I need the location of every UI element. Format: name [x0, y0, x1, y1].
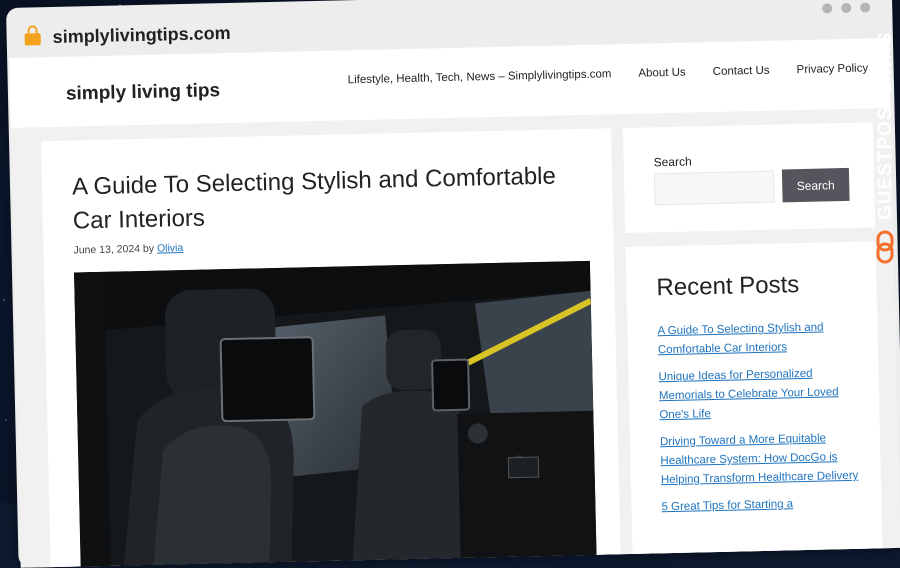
article-card: A Guide To Selecting Stylish and Comfort…: [41, 128, 621, 568]
recent-post-link[interactable]: Unique Ideas for Personalized Memorials …: [658, 364, 859, 426]
article-author-link[interactable]: Olivia: [157, 242, 184, 255]
article-title: A Guide To Selecting Stylish and Comfort…: [71, 162, 557, 235]
search-input[interactable]: [653, 170, 775, 206]
car-interior-illustration: [74, 260, 598, 568]
search-label: Search: [653, 154, 692, 170]
browser-window: simplylivingtips.com simply living tips …: [6, 0, 900, 568]
guestpostlinks-badge: GUESTPOSTLINKS: [868, 31, 900, 270]
site-title[interactable]: simply living tips: [66, 80, 221, 105]
recent-post-link[interactable]: A Guide To Selecting Stylish and Comfort…: [657, 318, 858, 361]
recent-post-link[interactable]: Driving Toward a More Equitable Healthca…: [660, 429, 861, 491]
recent-posts-widget: Recent Posts A Guide To Selecting Stylis…: [625, 241, 884, 568]
search-widget: Search Search: [622, 122, 876, 234]
recent-posts-title: Recent Posts: [656, 271, 800, 302]
window-dot-icon[interactable]: [822, 3, 833, 14]
window-dot-icon[interactable]: [841, 2, 852, 14]
article-meta: June 13, 2024 by Olivia: [73, 242, 183, 256]
web-page: simply living tips Lifestyle, Health, Te…: [9, 37, 900, 568]
nav-item-contact-us[interactable]: Contact Us: [713, 65, 770, 78]
window-dot-icon[interactable]: [860, 2, 871, 13]
chain-link-icon: [876, 230, 894, 264]
article-featured-image: [74, 260, 598, 568]
url-text[interactable]: simplylivingtips.com: [52, 23, 230, 48]
site-header: simply living tips Lifestyle, Health, Te…: [9, 37, 891, 128]
lock-icon: [24, 33, 41, 46]
article-date: June 13, 2024: [73, 243, 141, 257]
recent-post-link[interactable]: 5 Great Tips for Starting a: [661, 494, 861, 518]
nav-item-privacy-policy[interactable]: Privacy Policy: [796, 62, 868, 76]
nav-item-about-us[interactable]: About Us: [638, 67, 686, 80]
badge-text: GUESTPOSTLINKS: [875, 31, 896, 220]
nav-item-home[interactable]: Lifestyle, Health, Tech, News – Simplyli…: [348, 68, 612, 86]
window-controls: [822, 2, 871, 14]
main-nav: Lifestyle, Health, Tech, News – Simplyli…: [348, 62, 896, 86]
article-by: by: [142, 242, 155, 255]
search-button[interactable]: Search: [781, 167, 850, 203]
recent-posts-list: A Guide To Selecting Stylish and Comfort…: [657, 318, 862, 525]
